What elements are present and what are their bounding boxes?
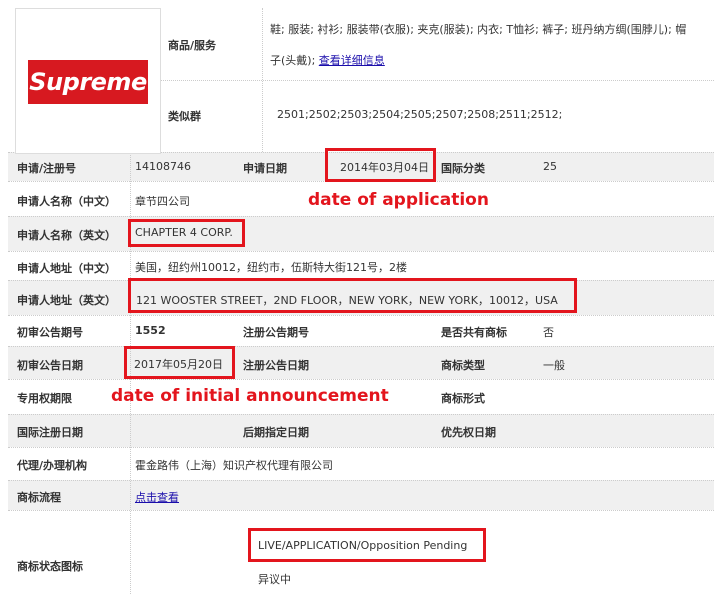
app-date-annotation: date of application — [308, 190, 489, 210]
goods-label: 商品/服务 — [168, 39, 217, 52]
goods-line2-text: 子(头戴); — [270, 54, 316, 67]
reg-no-label: 申请/注册号 — [17, 162, 77, 175]
supreme-logo: Supreme — [28, 60, 148, 104]
goods-line1: 鞋; 服装; 衬衫; 服装带(衣服); 夹克(服装); 内衣; T恤衫; 裤子;… — [270, 23, 687, 36]
mark-form-label: 商标形式 — [441, 392, 485, 405]
goods-line2: 子(头戴); 查看详细信息 — [270, 52, 385, 68]
agent-value: 霍金路伟（上海）知识产权代理有限公司 — [135, 459, 333, 472]
agent-label: 代理/办理机构 — [17, 459, 88, 472]
status-highlight — [248, 528, 486, 562]
process-label: 商标流程 — [17, 491, 61, 504]
prelim-no-value: 1552 — [135, 324, 166, 337]
exclusive-period-label: 专用权期限 — [17, 392, 72, 405]
reg-no-value: 14108746 — [135, 160, 191, 173]
view-process-link[interactable]: 点击查看 — [135, 489, 179, 505]
applicant-cn-value: 章节四公司 — [135, 195, 190, 208]
later-date-label: 后期指定日期 — [243, 426, 309, 439]
priority-date-label: 优先权日期 — [441, 426, 496, 439]
similar-group-value: 2501;2502;2503;2504;2505;2507;2508;2511;… — [277, 108, 563, 121]
shared-value: 否 — [543, 326, 554, 339]
mark-type-value: 一般 — [543, 359, 565, 372]
prelim-date-highlight — [124, 346, 235, 379]
logo-text: Supreme — [29, 68, 147, 96]
mark-type-label: 商标类型 — [441, 359, 485, 372]
intl-class-value: 25 — [543, 160, 557, 173]
address-en-highlight — [128, 278, 577, 313]
reg-pub-date-label: 注册公告日期 — [243, 359, 309, 372]
applicant-en-label: 申请人名称（英文） — [17, 229, 116, 242]
similar-group-label: 类似群 — [168, 110, 201, 123]
view-details-link[interactable]: 查看详细信息 — [319, 54, 385, 67]
status-sub: 异议中 — [258, 573, 291, 586]
address-cn-label: 申请人地址（中文） — [17, 262, 116, 275]
prelim-date-label: 初审公告日期 — [17, 359, 83, 372]
address-cn-value: 美国，纽约州10012，纽约市，伍斯特大街121号，2楼 — [135, 261, 407, 274]
shared-label: 是否共有商标 — [441, 326, 507, 339]
app-date-label: 申请日期 — [243, 162, 287, 175]
reg-pub-no-label: 注册公告期号 — [243, 326, 309, 339]
applicant-en-highlight — [128, 219, 245, 247]
trademark-image: Supreme — [15, 8, 161, 154]
applicant-cn-label: 申请人名称（中文） — [17, 195, 116, 208]
status-label: 商标状态图标 — [17, 560, 83, 573]
prelim-date-annotation: date of initial announcement — [111, 386, 389, 406]
app-date-highlight — [325, 148, 436, 182]
intl-reg-date-label: 国际注册日期 — [17, 426, 83, 439]
address-en-label: 申请人地址（英文） — [17, 294, 116, 307]
prelim-no-label: 初审公告期号 — [17, 326, 83, 339]
intl-class-label: 国际分类 — [441, 162, 485, 175]
